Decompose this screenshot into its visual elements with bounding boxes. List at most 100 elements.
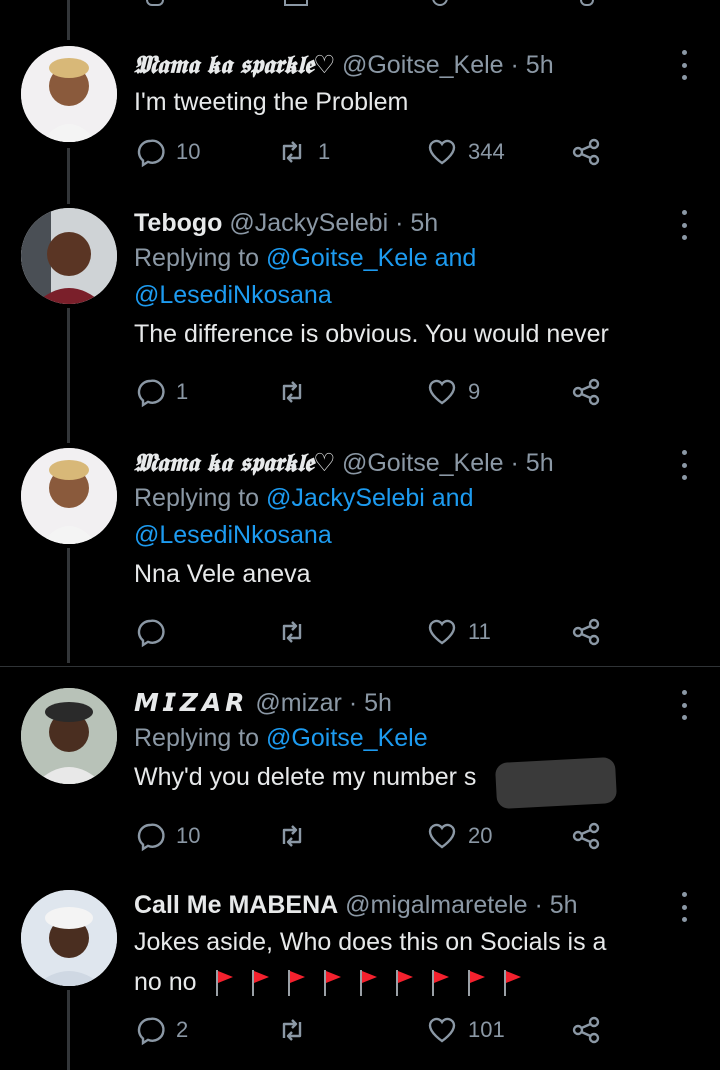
timestamp[interactable]: · 5h bbox=[349, 689, 392, 717]
mention-conjunction[interactable]: and bbox=[435, 244, 477, 272]
share-icon bbox=[572, 1016, 600, 1044]
more-options-icon[interactable] bbox=[672, 50, 696, 80]
reply-button[interactable]: 10 bbox=[134, 134, 200, 170]
reply-count: 10 bbox=[176, 823, 201, 848]
share-button[interactable] bbox=[570, 1012, 602, 1048]
like-count: 11 bbox=[468, 619, 491, 644]
reply-button[interactable] bbox=[134, 614, 176, 650]
like-button[interactable]: 20 bbox=[426, 818, 492, 854]
heart-icon bbox=[428, 823, 456, 849]
display-name[interactable]: 𝙈𝙄𝙕𝘼𝙍 bbox=[134, 689, 248, 717]
tweet-text-continuation: no no bbox=[134, 968, 197, 996]
tweet-text-visible: Why'd you delete my number s bbox=[134, 763, 477, 791]
replying-to: Replying to @JackySelebi and @LesediNkos… bbox=[134, 480, 680, 554]
retweet-button[interactable] bbox=[276, 818, 318, 854]
timestamp[interactable]: · 5h bbox=[511, 449, 554, 477]
like-button[interactable]: 11 bbox=[426, 614, 491, 650]
display-name[interactable]: 𝕸𝖆𝖒𝖆 𝖐𝖆 𝖘𝖕𝖆𝖗𝖐𝖑𝖊♡ bbox=[134, 50, 336, 79]
replying-to: Replying to @Goitse_Kele and @LesediNkos… bbox=[134, 240, 680, 314]
heart-icon bbox=[428, 619, 456, 645]
tweet-header: 𝙈𝙄𝙕𝘼𝙍 @mizar · 5h bbox=[134, 686, 680, 720]
timestamp[interactable]: · 5h bbox=[511, 51, 554, 79]
like-count: 101 bbox=[468, 1017, 505, 1042]
mention-link[interactable]: @LesediNkosana bbox=[134, 521, 332, 549]
handle[interactable]: @Goitse_Kele bbox=[342, 449, 504, 477]
more-options-icon[interactable] bbox=[672, 450, 696, 480]
share-button[interactable] bbox=[570, 614, 602, 650]
replying-to: Replying to @Goitse_Kele bbox=[134, 720, 680, 757]
more-options-icon[interactable] bbox=[672, 892, 696, 922]
replying-to-label: Replying to bbox=[134, 484, 260, 512]
more-options-icon[interactable] bbox=[672, 690, 696, 720]
avatar[interactable] bbox=[21, 46, 117, 142]
timestamp[interactable]: · 5h bbox=[395, 209, 438, 237]
heart-icon bbox=[428, 1017, 456, 1043]
handle[interactable]: @mizar bbox=[255, 689, 342, 717]
red-flag-icon bbox=[287, 970, 305, 997]
thread-line-top bbox=[67, 0, 70, 40]
avatar[interactable] bbox=[21, 890, 117, 986]
retweet-button[interactable]: 1 bbox=[276, 134, 330, 170]
red-flag-icon bbox=[251, 970, 269, 997]
replying-to-label: Replying to bbox=[134, 244, 260, 272]
more-options-icon[interactable] bbox=[672, 210, 696, 240]
heart-icon bbox=[428, 139, 456, 165]
mention-link[interactable]: @Goitse_Kele bbox=[266, 724, 428, 752]
red-flag-icon bbox=[215, 970, 233, 997]
reply-button[interactable]: 10 bbox=[134, 818, 200, 854]
retweet-button[interactable] bbox=[276, 374, 318, 410]
mention-link[interactable]: @LesediNkosana bbox=[134, 281, 332, 309]
reply-count: 10 bbox=[176, 139, 201, 164]
like-button[interactable]: 101 bbox=[426, 1012, 505, 1048]
tweet-actions: 10 20 bbox=[134, 818, 614, 854]
retweet-button[interactable] bbox=[276, 614, 318, 650]
handle[interactable]: @JackySelebi bbox=[229, 209, 388, 237]
display-name[interactable]: Call Me MABENA bbox=[134, 891, 338, 919]
redaction-blur bbox=[494, 756, 618, 810]
tweet-text: I'm tweeting the Problem bbox=[134, 88, 409, 116]
retweet-icon bbox=[282, 381, 302, 403]
reply-icon bbox=[137, 379, 165, 408]
avatar[interactable] bbox=[21, 208, 117, 304]
replying-to-label: Replying to bbox=[134, 724, 260, 752]
reply-count: 1 bbox=[176, 379, 189, 404]
red-flag-icon bbox=[359, 970, 377, 997]
mention-conjunction[interactable]: and bbox=[432, 484, 474, 512]
retweet-button[interactable] bbox=[276, 1012, 318, 1048]
thread-divider bbox=[0, 666, 720, 667]
tweet-actions: 2 101 bbox=[134, 1012, 614, 1048]
share-button[interactable] bbox=[570, 818, 602, 854]
red-flag-emojis bbox=[214, 968, 538, 997]
like-button[interactable]: 9 bbox=[426, 374, 480, 410]
reply-button[interactable]: 1 bbox=[134, 374, 188, 410]
like-count: 344 bbox=[468, 139, 505, 164]
share-icon bbox=[572, 822, 600, 850]
handle[interactable]: @Goitse_Kele bbox=[342, 51, 504, 79]
thread-line-1 bbox=[67, 148, 70, 204]
red-flag-icon bbox=[395, 970, 413, 997]
thread-line-5 bbox=[67, 990, 70, 1070]
mention-link[interactable]: @Goitse_Kele bbox=[266, 244, 428, 272]
tweet-header: 𝕸𝖆𝖒𝖆 𝖐𝖆 𝖘𝖕𝖆𝖗𝖐𝖑𝖊♡ @Goitse_Kele · 5h bbox=[134, 446, 680, 480]
avatar[interactable] bbox=[21, 448, 117, 544]
tweet-text: Jokes aside, Who does this on Socials is… bbox=[134, 928, 607, 956]
display-name[interactable]: 𝕸𝖆𝖒𝖆 𝖐𝖆 𝖘𝖕𝖆𝖗𝖐𝖑𝖊♡ bbox=[134, 448, 336, 477]
mention-link[interactable]: @JackySelebi bbox=[266, 484, 425, 512]
reply-icon bbox=[137, 619, 165, 648]
reply-button[interactable]: 2 bbox=[134, 1012, 188, 1048]
red-flag-icon bbox=[431, 970, 449, 997]
share-button[interactable] bbox=[570, 134, 602, 170]
tweet-text: The difference is obvious. You would nev… bbox=[134, 320, 609, 348]
tweet-header: Tebogo @JackySelebi · 5h bbox=[134, 206, 680, 240]
tweet-text-line2: no no bbox=[134, 962, 680, 1002]
timestamp[interactable]: · 5h bbox=[534, 891, 577, 919]
avatar[interactable] bbox=[21, 688, 117, 784]
reply-icon bbox=[137, 823, 165, 852]
display-name[interactable]: Tebogo bbox=[134, 209, 222, 237]
like-button[interactable]: 344 bbox=[426, 134, 505, 170]
handle[interactable]: @migalmaretele bbox=[345, 891, 527, 919]
tweet-actions: 10 1 344 bbox=[134, 134, 614, 170]
share-icon bbox=[572, 378, 600, 406]
thread-line-2 bbox=[67, 308, 70, 443]
share-button[interactable] bbox=[570, 374, 602, 410]
